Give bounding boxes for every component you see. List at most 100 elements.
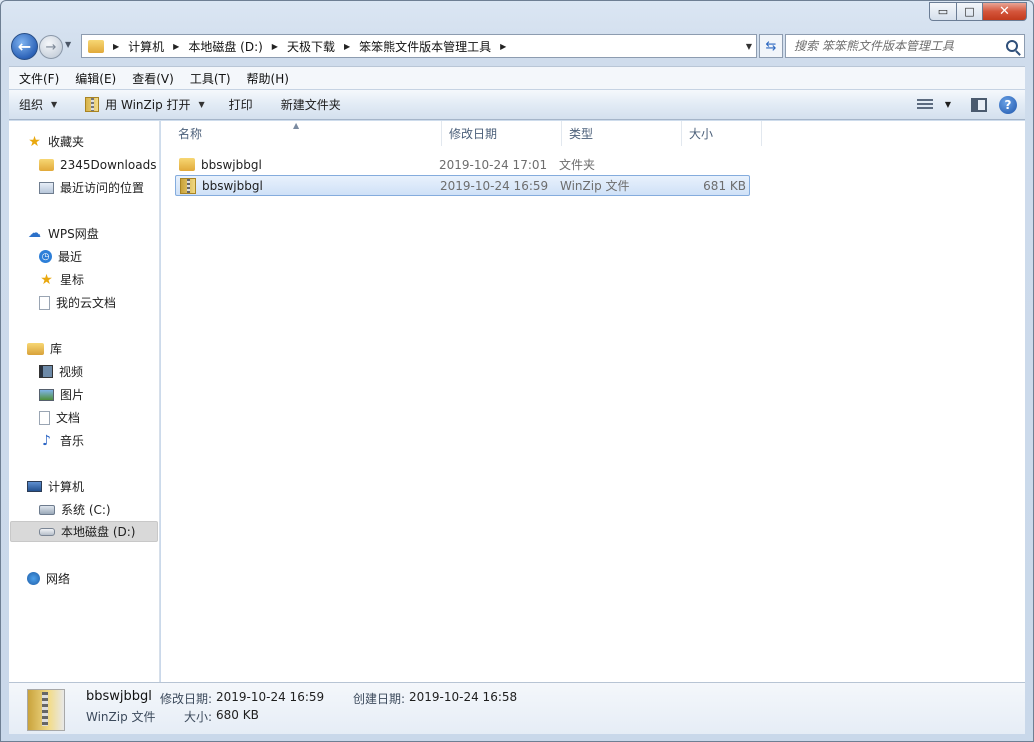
menu-tools[interactable]: 工具(T) — [182, 70, 239, 87]
maximize-button[interactable]: □ — [956, 2, 982, 21]
folder-icon — [179, 158, 195, 171]
nav-item-drive-c[interactable]: 系统 (C:) — [39, 499, 159, 520]
view-mode-icon[interactable] — [916, 98, 933, 111]
nav-favorites[interactable]: ★ 收藏夹 — [27, 131, 159, 152]
new-folder-label: 新建文件夹 — [280, 98, 341, 112]
chevron-right-icon[interactable]: ▶ — [173, 42, 179, 51]
nav-label: 图片 — [60, 388, 85, 402]
recent-places-icon — [39, 181, 54, 194]
nav-label: 文档 — [56, 411, 81, 425]
nav-libraries[interactable]: 库 — [27, 338, 159, 359]
details-created-label: 创建日期: — [353, 692, 406, 706]
nav-item-documents[interactable]: 文档 — [39, 407, 159, 428]
nav-network[interactable]: 网络 — [27, 568, 159, 589]
file-row-folder[interactable]: bbswjbbgl 2019-10-24 17:01 文件夹 — [175, 154, 750, 175]
menu-view[interactable]: 查看(V) — [124, 70, 182, 87]
file-date: 2019-10-24 17:01 — [439, 157, 548, 172]
file-size: 681 KB — [703, 178, 746, 193]
close-button[interactable]: ✕ — [982, 2, 1027, 21]
system-drive-icon — [39, 504, 55, 515]
chevron-right-icon[interactable]: ▶ — [113, 42, 119, 51]
nav-item-recent-places[interactable]: 最近访问的位置 — [39, 177, 159, 198]
maximize-icon: □ — [964, 5, 975, 18]
file-name: bbswjbbgl — [202, 178, 263, 193]
file-row-zip[interactable]: bbswjbbgl 2019-10-24 16:59 WinZip 文件 681… — [175, 175, 750, 196]
nav-item-videos[interactable]: 视频 — [39, 361, 159, 382]
video-icon — [39, 365, 53, 378]
menu-file[interactable]: 文件(F) — [11, 70, 67, 87]
nav-item-recent[interactable]: ◷ 最近 — [39, 246, 159, 267]
chevron-right-icon[interactable]: ▶ — [344, 42, 350, 51]
nav-label: 视频 — [59, 365, 84, 379]
search-input[interactable] — [794, 39, 1004, 53]
nav-item-drive-d[interactable]: 本地磁盘 (D:) — [10, 521, 158, 542]
window-controls: ▭ □ ✕ — [929, 2, 1027, 21]
minimize-button[interactable]: ▭ — [929, 2, 956, 21]
address-bar[interactable]: ▶ 计算机 ▶ 本地磁盘 (D:) ▶ 天极下载 ▶ 笨笨熊文件版本管理工具 ▶… — [81, 34, 757, 58]
column-header-date[interactable]: 修改日期 — [442, 121, 562, 146]
preview-pane-icon[interactable] — [971, 97, 987, 112]
recent-pages-dropdown-icon[interactable]: ▼ — [65, 40, 71, 49]
winzip-icon — [85, 97, 100, 112]
nav-label: 最近 — [58, 250, 83, 264]
arrow-left-icon: ← — [17, 37, 32, 56]
breadcrumb-drive-d[interactable]: 本地磁盘 (D:) — [188, 38, 262, 55]
nav-item-2345downloads[interactable]: 2345Downloads — [39, 154, 159, 175]
view-dropdown-icon[interactable]: ▼ — [945, 100, 951, 109]
column-header-size[interactable]: 大小 — [682, 121, 762, 146]
open-with-label: 用 WinZip 打开 — [105, 98, 191, 112]
breadcrumb-downloads[interactable]: 天极下载 — [287, 38, 335, 55]
column-label: 类型 — [569, 127, 594, 141]
picture-icon — [39, 388, 54, 401]
nav-label: 本地磁盘 (D:) — [61, 525, 136, 539]
search-box[interactable] — [785, 34, 1025, 58]
chevron-right-icon[interactable]: ▶ — [272, 42, 278, 51]
refresh-button[interactable]: ⇆ — [759, 34, 783, 58]
search-icon[interactable] — [1006, 40, 1018, 52]
organize-button[interactable]: 组织 ▼ — [9, 90, 67, 119]
menu-bar: 文件(F) 编辑(E) 查看(V) 工具(T) 帮助(H) — [9, 66, 1025, 89]
details-size-value: 680 KB — [216, 708, 259, 722]
column-header-name[interactable]: ▲ 名称 — [171, 121, 442, 146]
folder-icon — [88, 39, 104, 53]
print-button[interactable]: 打印 — [219, 90, 263, 119]
column-label: 名称 — [178, 127, 203, 141]
address-dropdown-icon[interactable]: ▼ — [746, 42, 752, 51]
nav-item-starred[interactable]: ★ 星标 — [39, 269, 159, 290]
column-header-type[interactable]: 类型 — [562, 121, 682, 146]
sort-arrow-icon: ▲ — [293, 121, 300, 130]
breadcrumb-computer[interactable]: 计算机 — [128, 38, 164, 55]
breadcrumb-current-folder[interactable]: 笨笨熊文件版本管理工具 — [359, 38, 491, 55]
computer-icon — [27, 481, 42, 492]
help-icon[interactable]: ? — [999, 95, 1017, 114]
details-modified-label: 修改日期: — [160, 692, 213, 706]
organize-label: 组织 — [19, 98, 44, 112]
new-folder-button[interactable]: 新建文件夹 — [271, 90, 351, 119]
file-type: 文件夹 — [559, 158, 596, 172]
nav-computer[interactable]: 计算机 — [27, 476, 159, 497]
minimize-icon: ▭ — [937, 5, 949, 18]
open-with-winzip-button[interactable]: 用 WinZip 打开 ▼ — [75, 90, 215, 119]
nav-item-pictures[interactable]: 图片 — [39, 384, 159, 405]
chevron-right-icon[interactable]: ▶ — [500, 42, 506, 51]
document-icon — [39, 410, 50, 425]
hard-drive-icon — [39, 527, 55, 536]
forward-button[interactable]: → — [39, 35, 63, 59]
nav-item-music[interactable]: ♪ 音乐 — [39, 430, 159, 451]
nav-item-cloud-docs[interactable]: 我的云文档 — [39, 292, 159, 313]
back-button[interactable]: ← — [11, 33, 38, 60]
nav-label: 系统 (C:) — [61, 503, 111, 517]
breadcrumb: ▶ 计算机 ▶ 本地磁盘 (D:) ▶ 天极下载 ▶ 笨笨熊文件版本管理工具 ▶ — [104, 38, 515, 55]
star-icon: ★ — [40, 271, 53, 288]
details-modified-value: 2019-10-24 16:59 — [216, 690, 325, 704]
details-size-label: 大小: — [184, 710, 213, 724]
file-name-cell: bbswjbbgl — [176, 177, 440, 194]
nav-label: WPS网盘 — [48, 227, 99, 241]
menu-help[interactable]: 帮助(H) — [239, 70, 297, 87]
menu-edit[interactable]: 编辑(E) — [67, 70, 124, 87]
arrow-right-icon: → — [45, 39, 57, 55]
cloud-icon: ☁ — [28, 226, 41, 241]
nav-wps-cloud[interactable]: ☁ WPS网盘 — [27, 223, 159, 244]
nav-label: 星标 — [60, 273, 85, 287]
view-controls: ▼ ? — [916, 90, 1025, 119]
